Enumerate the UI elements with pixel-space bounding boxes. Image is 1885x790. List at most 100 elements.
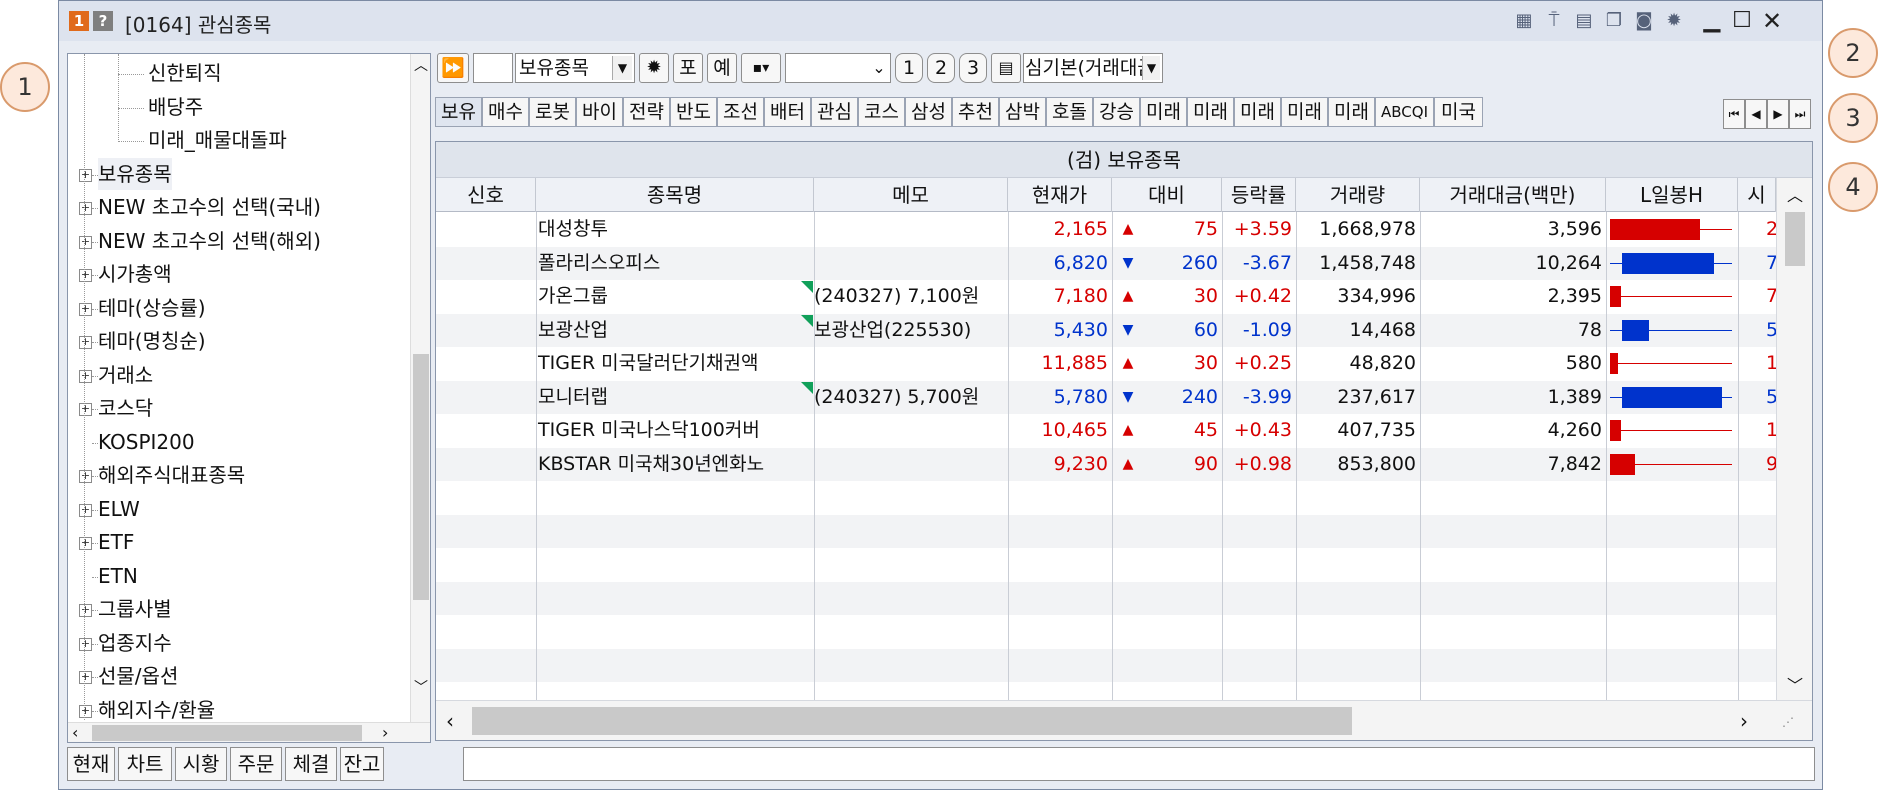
table-row[interactable]: TIGER 미국나스닥100커버 10,465 ▲ 45 +0.43 407,735 4,2… — [436, 414, 1776, 447]
grid-horizontal-scrollbar[interactable]: ‹ › ⋰ — [436, 700, 1812, 740]
bottom-link-button[interactable]: 차트 — [118, 747, 172, 781]
grid-hscroll-thumb[interactable] — [472, 707, 1352, 735]
group-settings-gear-button[interactable]: ✹ — [639, 53, 669, 83]
tree-item[interactable]: 테마(상승률) — [98, 292, 206, 324]
bottom-link-button[interactable]: 시황 — [175, 747, 227, 781]
tab-group[interactable]: 삼성 — [905, 97, 952, 127]
ye-button[interactable]: 예 — [707, 53, 737, 83]
tab-group[interactable]: 배터 — [764, 97, 811, 127]
empty-row[interactable] — [436, 648, 1776, 682]
tab-group[interactable]: 미래 — [1281, 97, 1328, 127]
empty-row[interactable] — [436, 548, 1776, 581]
tree-item[interactable]: 해외주식대표종목 — [98, 459, 245, 491]
resize-grip-icon[interactable]: ⋰ — [1782, 715, 1802, 735]
settings-gear-icon[interactable]: ✹ — [1661, 9, 1687, 33]
tab-group[interactable]: 호돌 — [1046, 97, 1093, 127]
tree-expand-icon[interactable]: + — [79, 704, 92, 718]
document-icon[interactable]: ▤ — [991, 53, 1021, 83]
column-header[interactable]: 거래대금(백만) — [1420, 178, 1606, 212]
scroll-left-icon[interactable]: ‹ — [72, 723, 88, 743]
tab-group[interactable]: 로봇 — [529, 97, 576, 127]
column-header[interactable]: 메모 — [814, 178, 1008, 212]
page-2-button[interactable]: 2 — [927, 53, 955, 83]
po-button[interactable]: 포 — [673, 53, 703, 83]
tab-group[interactable]: 바이 — [576, 97, 623, 127]
prev-tab-icon[interactable]: ◀ — [1745, 99, 1767, 129]
tree-horizontal-scrollbar[interactable]: ‹ › — [68, 722, 430, 742]
table-row[interactable]: 폴라리스오피스 6,820 ▼ 260 -3.67 1,458,748 10,264 7 — [436, 246, 1776, 280]
column-header[interactable]: 시 — [1738, 178, 1776, 212]
help-badge[interactable]: ? — [93, 11, 113, 31]
tab-group[interactable]: 강승 — [1093, 97, 1140, 127]
tab-group[interactable]: 추천 — [952, 97, 999, 127]
scroll-up-icon[interactable]: ︿ — [413, 58, 429, 74]
code-input[interactable] — [473, 53, 513, 83]
tree-item[interactable]: 해외지수/환율 — [98, 694, 215, 726]
tree-expand-icon[interactable]: + — [79, 503, 92, 517]
first-tab-icon[interactable]: ⏮ — [1723, 99, 1745, 129]
dropdown-arrow-icon[interactable]: ▼ — [612, 56, 632, 80]
column-set-select[interactable]: 심기본(거래대금 ▼ — [1023, 53, 1163, 83]
tree-expand-icon[interactable]: + — [79, 369, 92, 383]
tree-expand-icon[interactable]: + — [79, 470, 92, 483]
tree-hscroll-thumb[interactable] — [92, 725, 362, 741]
last-tab-icon[interactable]: ⏭ — [1789, 99, 1811, 129]
tree-item[interactable]: ETF — [98, 526, 134, 558]
tree-item[interactable]: 선물/옵션 — [98, 660, 178, 692]
next-tab-icon[interactable]: ▶ — [1767, 99, 1789, 129]
tree-expand-icon[interactable]: + — [79, 537, 92, 550]
table-row[interactable]: 보광산업 보광산업(225530) 5,430 ▼ 60 -1.09 14,468 78 5 — [436, 313, 1776, 347]
tree-item[interactable]: ELW — [98, 493, 140, 525]
column-header[interactable]: L일봉H — [1606, 178, 1738, 212]
scroll-right-icon[interactable]: › — [382, 723, 398, 743]
empty-row[interactable] — [436, 514, 1776, 548]
scroll-down-icon[interactable]: ﹀ — [413, 680, 429, 696]
grid-scroll-thumb[interactable] — [1785, 212, 1805, 266]
minimize-icon[interactable]: ▁ — [1699, 9, 1725, 33]
empty-row[interactable] — [436, 615, 1776, 648]
tree-expand-icon[interactable]: + — [79, 269, 92, 282]
tree-item[interactable]: 업종지수 — [98, 627, 172, 659]
bottom-link-button[interactable]: 체결 — [285, 747, 337, 781]
tab-group[interactable]: 전략 — [623, 97, 670, 127]
tab-group[interactable]: 매수 — [482, 97, 529, 127]
layout-icon[interactable]: ▦ — [1511, 9, 1537, 33]
tab-group[interactable]: 미래 — [1140, 97, 1187, 127]
column-header[interactable]: 현재가 — [1008, 178, 1112, 212]
tab-group[interactable]: 삼박 — [999, 97, 1046, 127]
tree-expand-icon[interactable]: + — [79, 403, 92, 416]
chevron-down-icon[interactable]: ⌄ — [870, 54, 888, 82]
table-row[interactable]: 가온그룹 (240327) 7,100원 7,180 ▲ 30 +0.42 334,996 2… — [436, 280, 1776, 313]
empty-row[interactable] — [436, 481, 1776, 514]
tree-expand-icon[interactable]: + — [79, 235, 92, 249]
tree-item[interactable]: NEW 초고수의 선택(국내) — [98, 191, 321, 223]
group-select[interactable]: 보유종목 ▼ — [515, 53, 635, 83]
tree-item[interactable]: 코스닥 — [98, 392, 153, 424]
tab-group[interactable]: 미국 — [1434, 97, 1483, 127]
column-header[interactable]: 대비 — [1112, 178, 1222, 212]
tree-expand-icon[interactable]: + — [79, 604, 92, 617]
copy-window-icon[interactable]: ❐ — [1601, 9, 1627, 33]
tree-item[interactable]: ETN — [98, 560, 138, 592]
scroll-right-icon[interactable]: › — [1740, 709, 1760, 733]
scroll-left-icon[interactable]: ‹ — [446, 709, 466, 733]
scroll-down-icon[interactable]: ﹀ — [1785, 672, 1805, 695]
tree-vertical-scrollbar[interactable]: ︿ ﹀ — [410, 54, 430, 722]
tree-item[interactable]: 테마(명칭순) — [98, 325, 206, 357]
camera-icon[interactable]: ◙ — [1631, 9, 1657, 33]
tree-item[interactable]: 거래소 — [98, 359, 153, 391]
empty-row[interactable] — [436, 581, 1776, 615]
table-row[interactable]: 대성창투 2,165 ▲ 75 +3.59 1,668,978 3,596 2 — [436, 213, 1776, 246]
tree-item[interactable]: 보유종목 — [98, 157, 172, 190]
page-3-button[interactable]: 3 — [959, 53, 987, 83]
tree-item[interactable]: 배당주 — [148, 91, 203, 123]
search-combo[interactable]: ⌄ — [785, 53, 891, 83]
next-page-button[interactable]: ⏩ — [437, 53, 469, 83]
clipboard-icon[interactable]: ▤ — [1571, 9, 1597, 33]
tab-group[interactable]: 관심 — [811, 97, 858, 127]
column-header[interactable]: 신호 — [436, 178, 536, 212]
tab-group[interactable]: 미래 — [1234, 97, 1281, 127]
tab-group[interactable]: 미래 — [1187, 97, 1234, 127]
tree-item[interactable]: NEW 초고수의 선택(해외) — [98, 225, 321, 257]
screen-number-badge[interactable]: 1 — [69, 11, 89, 31]
